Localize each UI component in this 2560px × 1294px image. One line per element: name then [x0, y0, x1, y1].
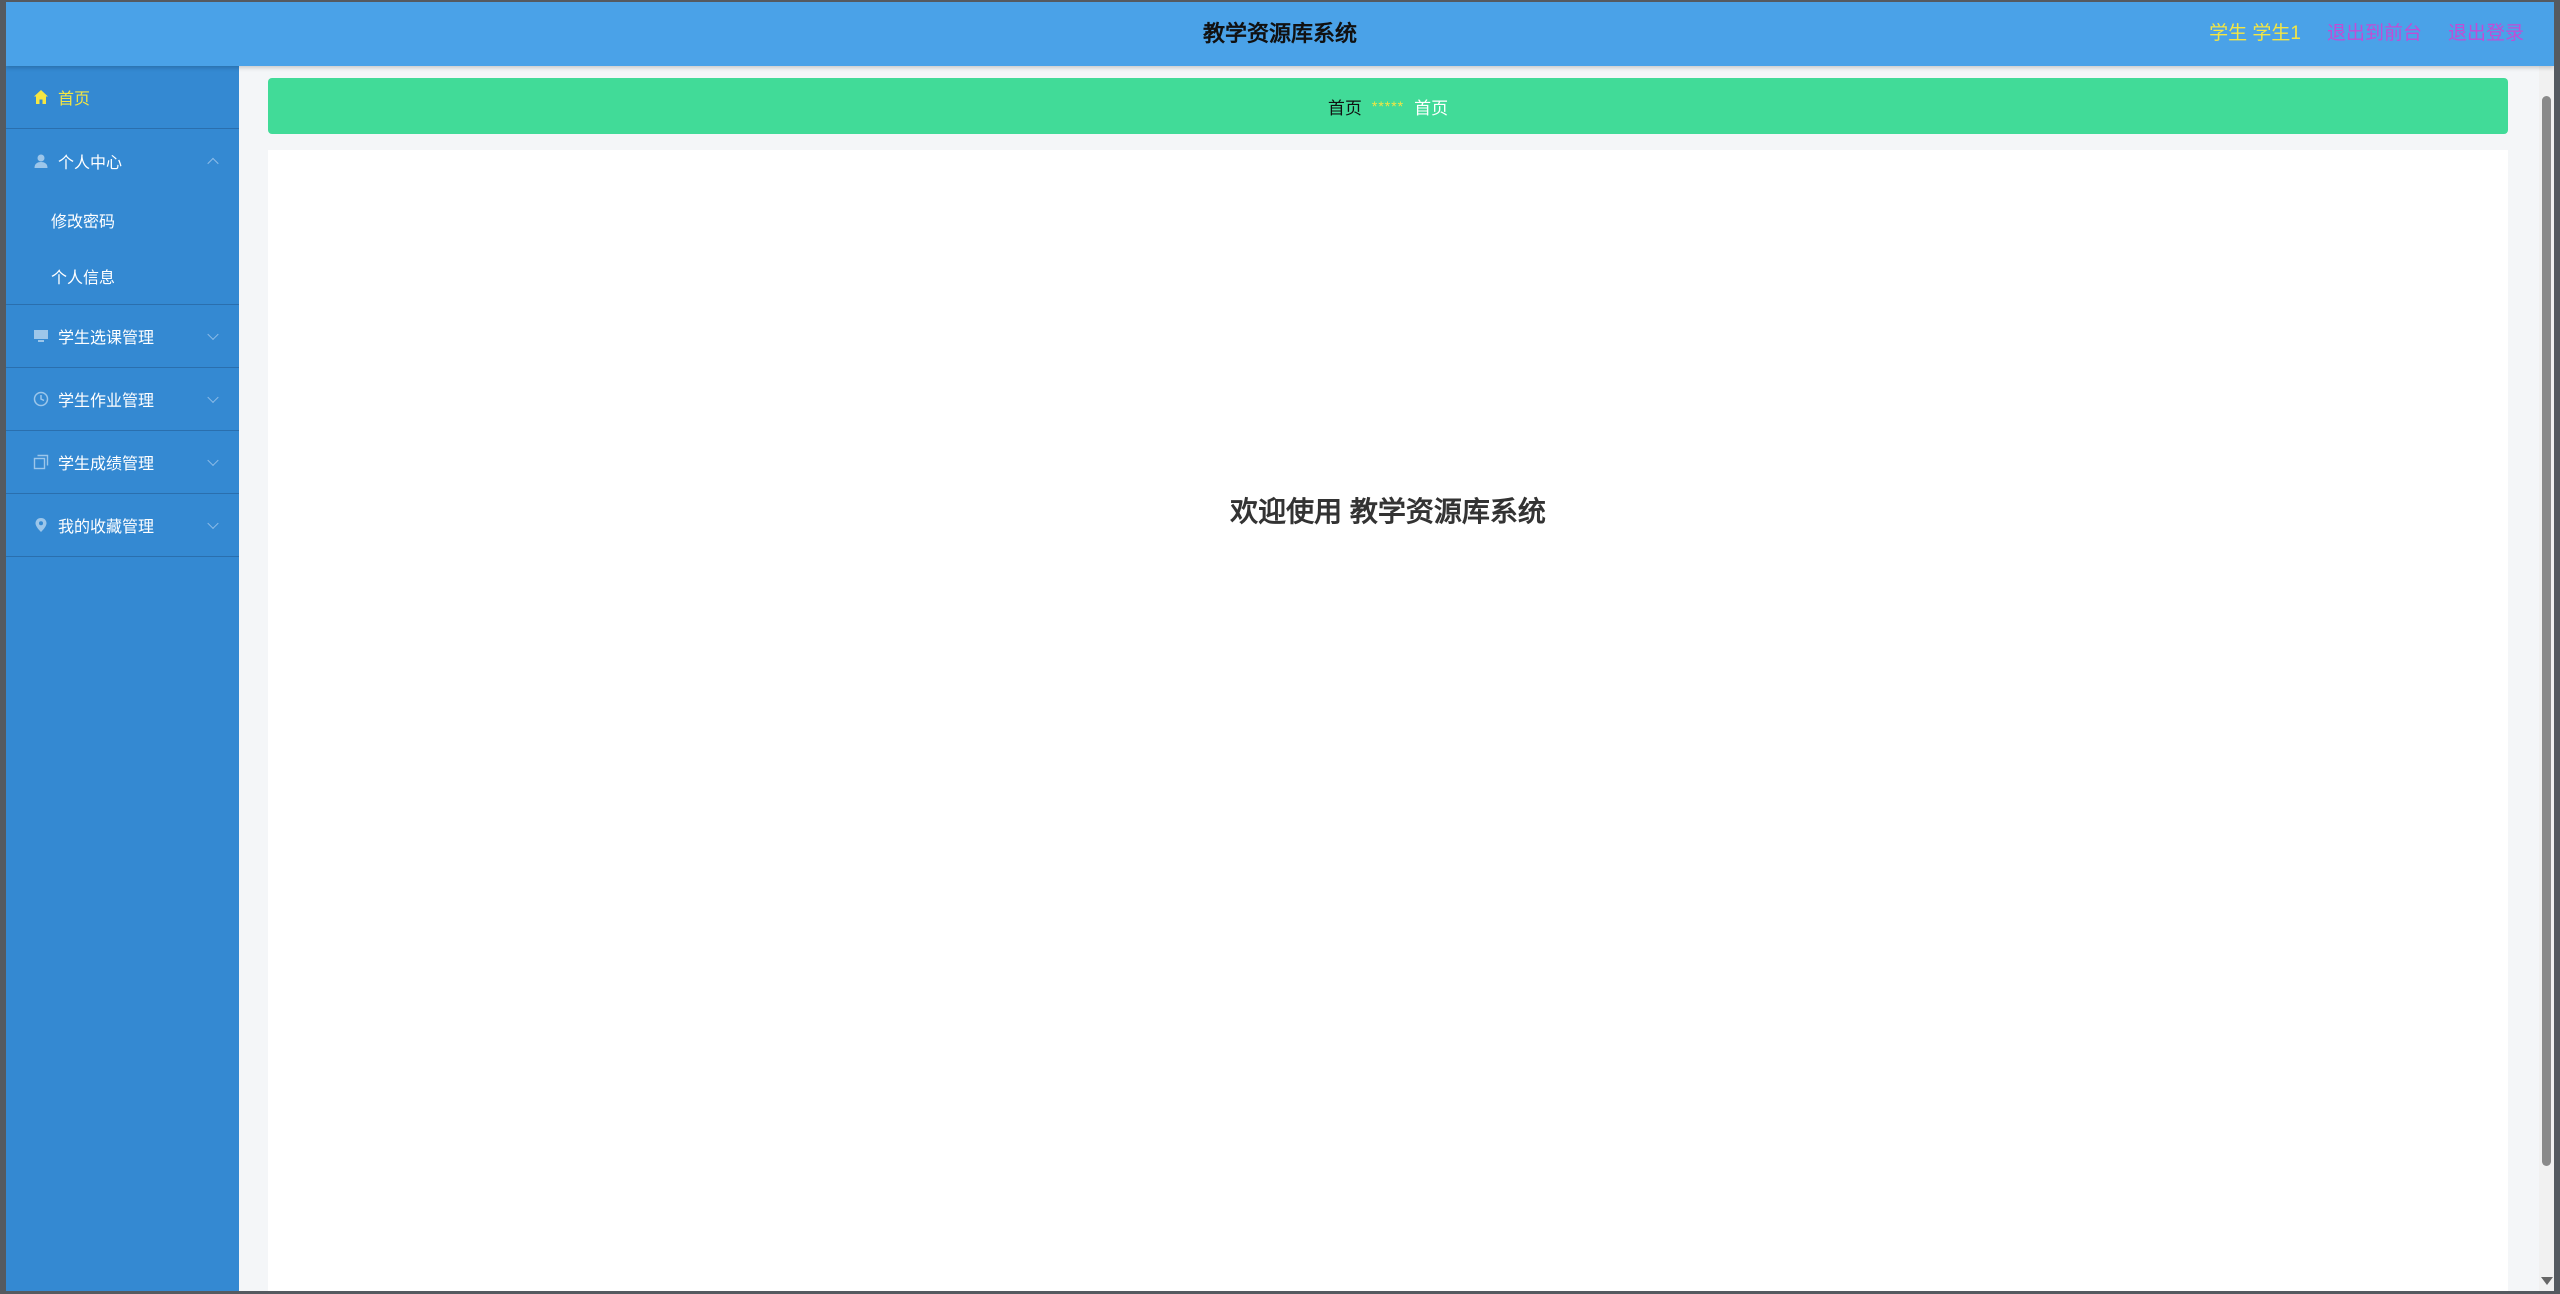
sidebar-item-grades[interactable]: 学生成绩管理 — [6, 431, 239, 494]
sidebar-item-course-selection[interactable]: 学生选课管理 — [6, 305, 239, 368]
app-window: 教学资源库系统 学生 学生1 退出到前台 退出登录 首页 个人中心 修改密码 个… — [6, 2, 2554, 1291]
sidebar-item-homework[interactable]: 学生作业管理 — [6, 368, 239, 431]
logout-link[interactable]: 退出登录 — [2448, 2, 2524, 66]
breadcrumb-separator: ***** — [1371, 98, 1405, 114]
copy-icon — [32, 453, 50, 471]
scrollbar-thumb[interactable] — [2542, 96, 2551, 1166]
breadcrumb-current: 首页 — [1414, 98, 1449, 118]
location-icon — [32, 516, 50, 534]
sidebar-item-label: 我的收藏管理 — [58, 519, 155, 536]
chevron-down-icon — [207, 517, 219, 530]
scrollbar[interactable] — [2539, 66, 2554, 1291]
home-icon — [32, 88, 50, 106]
sidebar-item-label: 学生作业管理 — [58, 393, 155, 410]
chevron-down-icon — [207, 391, 219, 404]
breadcrumb: 首页 ***** 首页 — [268, 78, 2508, 134]
sidebar-group-personal: 个人中心 修改密码 个人信息 — [6, 129, 239, 305]
welcome-heading: 欢迎使用 教学资源库系统 — [1230, 496, 1546, 527]
back-to-front-link[interactable]: 退出到前台 — [2327, 2, 2422, 66]
content-panel: 欢迎使用 教学资源库系统 — [268, 150, 2508, 1291]
main-area: 首页 ***** 首页 欢迎使用 教学资源库系统 — [239, 66, 2539, 1291]
sidebar-item-label: 个人中心 — [58, 154, 123, 172]
sidebar-item-label: 学生成绩管理 — [58, 456, 155, 473]
sidebar: 首页 个人中心 修改密码 个人信息 学生选课管理 学生作业管理 学生成绩管理 我… — [6, 66, 239, 1291]
current-user: 学生 学生1 — [2209, 23, 2301, 44]
sidebar-item-label: 学生选课管理 — [58, 330, 155, 347]
sidebar-subitem-change-password[interactable]: 修改密码 — [6, 192, 239, 248]
breadcrumb-home[interactable]: 首页 — [1328, 94, 1362, 119]
clock-icon — [32, 390, 50, 408]
top-bar: 教学资源库系统 学生 学生1 退出到前台 退出登录 — [6, 2, 2554, 66]
sidebar-item-home[interactable]: 首页 — [6, 66, 239, 129]
chevron-down-icon — [207, 454, 219, 467]
chevron-up-icon — [207, 157, 219, 169]
top-links: 学生 学生1 退出到前台 退出登录 — [2209, 2, 2524, 66]
app-title: 教学资源库系统 — [1202, 21, 1357, 46]
user-icon — [32, 152, 50, 170]
sidebar-item-label: 首页 — [58, 91, 91, 108]
scroll-down-arrow-icon[interactable] — [2541, 1277, 2553, 1285]
chevron-down-icon — [207, 328, 219, 341]
sidebar-item-favorites[interactable]: 我的收藏管理 — [6, 494, 239, 557]
sidebar-subitem-personal-info[interactable]: 个人信息 — [6, 248, 239, 304]
sidebar-item-personal[interactable]: 个人中心 — [6, 129, 239, 192]
monitor-icon — [32, 327, 50, 345]
